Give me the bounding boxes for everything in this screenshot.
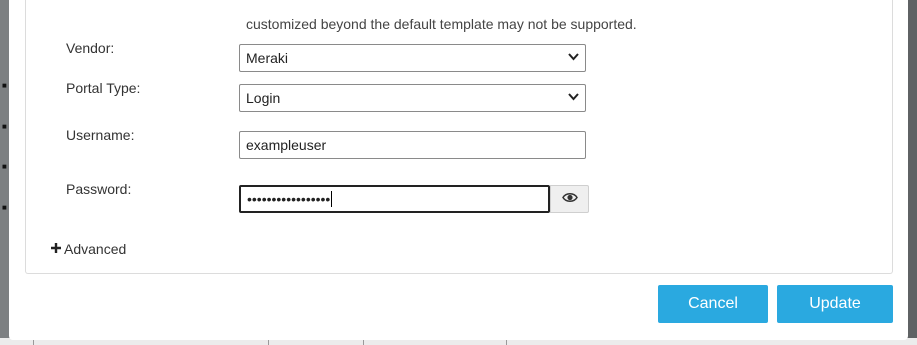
portal-type-label: Portal Type:	[66, 80, 141, 96]
chevron-down-icon	[568, 52, 579, 64]
portal-type-value: Login	[246, 90, 281, 106]
cancel-button[interactable]: Cancel	[658, 285, 768, 323]
password-value: •••••••••••••••••	[247, 191, 331, 207]
vendor-select[interactable]: Meraki	[239, 44, 586, 72]
vendor-value: Meraki	[246, 50, 289, 66]
username-input[interactable]: exampleuser	[239, 131, 586, 159]
show-password-button[interactable]	[550, 185, 589, 213]
portal-type-select[interactable]: Login	[239, 84, 586, 112]
plus-icon	[51, 240, 61, 258]
form-panel: customized beyond the default template m…	[25, 0, 893, 274]
update-button[interactable]: Update	[777, 285, 893, 323]
chevron-down-icon	[568, 92, 579, 104]
template-note: customized beyond the default template m…	[246, 16, 637, 32]
text-cursor	[331, 191, 333, 207]
username-value: exampleuser	[246, 137, 327, 153]
edit-portal-modal: customized beyond the default template m…	[9, 0, 908, 340]
vendor-label: Vendor:	[66, 40, 115, 56]
password-input[interactable]: •••••••••••••••••	[239, 185, 550, 213]
username-label: Username:	[66, 127, 135, 143]
advanced-label: Advanced	[64, 241, 127, 257]
eye-icon	[561, 190, 578, 208]
advanced-toggle[interactable]: Advanced	[51, 240, 126, 258]
password-label: Password:	[66, 181, 132, 197]
